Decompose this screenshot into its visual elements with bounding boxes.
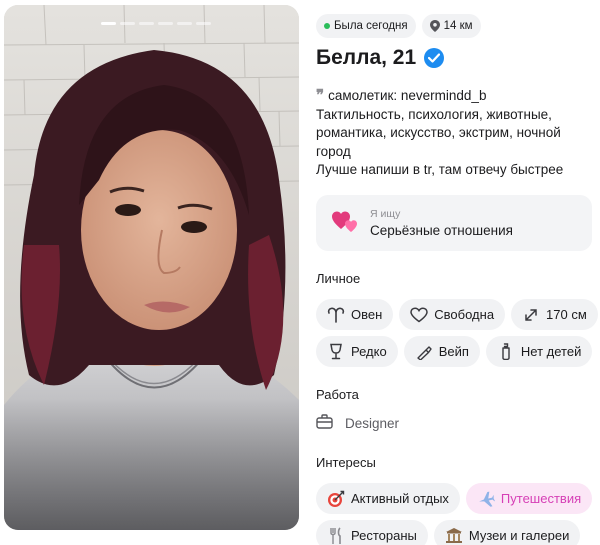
tag-label: Нет детей [520, 344, 582, 359]
status-row: Была сегодня 14 км [316, 14, 481, 38]
personal-tags-row: Редко Вейп Нет детей [316, 336, 593, 367]
bio-line-text: самолетик: nevermindd_b [328, 88, 487, 103]
tag-smoking[interactable]: Вейп [403, 336, 480, 367]
tag-label: Овен [351, 307, 383, 322]
online-dot-icon [324, 23, 330, 29]
interest-travel[interactable]: Путешествия [465, 483, 593, 514]
interest-label: Активный отдых [351, 491, 449, 506]
work-section-title: Работа [316, 387, 359, 402]
personal-section-title: Личное [316, 271, 361, 286]
verified-check-icon[interactable] [424, 48, 445, 68]
tag-relationship[interactable]: Свободна [399, 299, 506, 330]
tag-height[interactable]: 170 см [511, 299, 598, 330]
looking-for-card: Я ищу Серьёзные отношения [316, 195, 592, 251]
interests-row: Рестораны Музеи и галереи [316, 520, 581, 545]
online-status-badge: Была сегодня [316, 14, 416, 38]
interest-label: Путешествия [500, 491, 582, 506]
last-seen-text: Была сегодня [334, 20, 408, 32]
bio-line: Лучше напиши в tr, там отвечу быстрее [316, 162, 564, 177]
distance-badge: 14 км [421, 14, 481, 38]
profile-photo[interactable] [4, 5, 299, 530]
bio-line: ❞ самолетик: nevermindd_b [316, 86, 588, 106]
briefcase-icon [316, 414, 333, 432]
bio-line: романтика, искусство, экстрим, ночной [316, 125, 561, 140]
tag-label: Свободна [434, 307, 495, 322]
profile-name-age: Белла, 21 [316, 46, 417, 69]
profile-photo-image [4, 5, 299, 530]
tag-alcohol[interactable]: Редко [316, 336, 398, 367]
museum-icon [445, 527, 463, 545]
photo-indicator[interactable] [177, 22, 192, 25]
tag-zodiac[interactable]: Овен [316, 299, 394, 330]
location-pin-icon [429, 20, 440, 32]
work-value: Designer [345, 415, 400, 431]
wine-glass-icon [327, 343, 345, 361]
airplane-icon [477, 490, 495, 508]
photo-indicator[interactable] [196, 22, 211, 25]
interest-label: Рестораны [351, 528, 417, 543]
tag-children[interactable]: Нет детей [485, 336, 593, 367]
work-row: Designer [316, 414, 399, 432]
interest-museums[interactable]: Музеи и галереи [433, 520, 581, 545]
interest-active-rest[interactable]: Активный отдых [316, 483, 460, 514]
photo-indicator[interactable] [139, 22, 154, 25]
baby-bottle-icon [497, 343, 515, 361]
aries-icon [327, 306, 345, 324]
tag-label: 170 см [546, 307, 587, 322]
interest-restaurants[interactable]: Рестораны [316, 520, 428, 545]
quote-icon: ❞ [316, 86, 325, 104]
two-hearts-icon [332, 209, 358, 238]
bio-line: город [316, 143, 351, 159]
interest-label: Музеи и галереи [468, 528, 570, 543]
name-row: Белла, 21 [316, 46, 445, 70]
interests-row: Активный отдых Путешествия [316, 483, 593, 514]
looking-for-label: Я ищу [370, 208, 401, 220]
vape-icon [415, 343, 433, 361]
bio-text: ❞ самолетик: nevermindd_b Тактильность, п… [316, 86, 588, 180]
heart-outline-icon [410, 306, 429, 324]
resize-arrows-icon [522, 306, 540, 324]
tag-label: Вейп [438, 344, 469, 359]
photo-pagination [101, 22, 211, 25]
bio-line: Тактильность, психология, животные, [316, 106, 552, 122]
photo-indicator-active[interactable] [101, 22, 116, 25]
tag-label: Редко [351, 344, 387, 359]
photo-indicator[interactable] [158, 22, 173, 25]
photo-indicator[interactable] [120, 22, 135, 25]
personal-tags-row: Овен Свободна 170 см [316, 299, 598, 330]
cutlery-icon [327, 526, 345, 545]
looking-for-value: Серьёзные отношения [370, 223, 513, 238]
distance-text: 14 км [443, 20, 473, 32]
interests-section-title: Интересы [316, 455, 376, 470]
target-icon [327, 490, 345, 508]
